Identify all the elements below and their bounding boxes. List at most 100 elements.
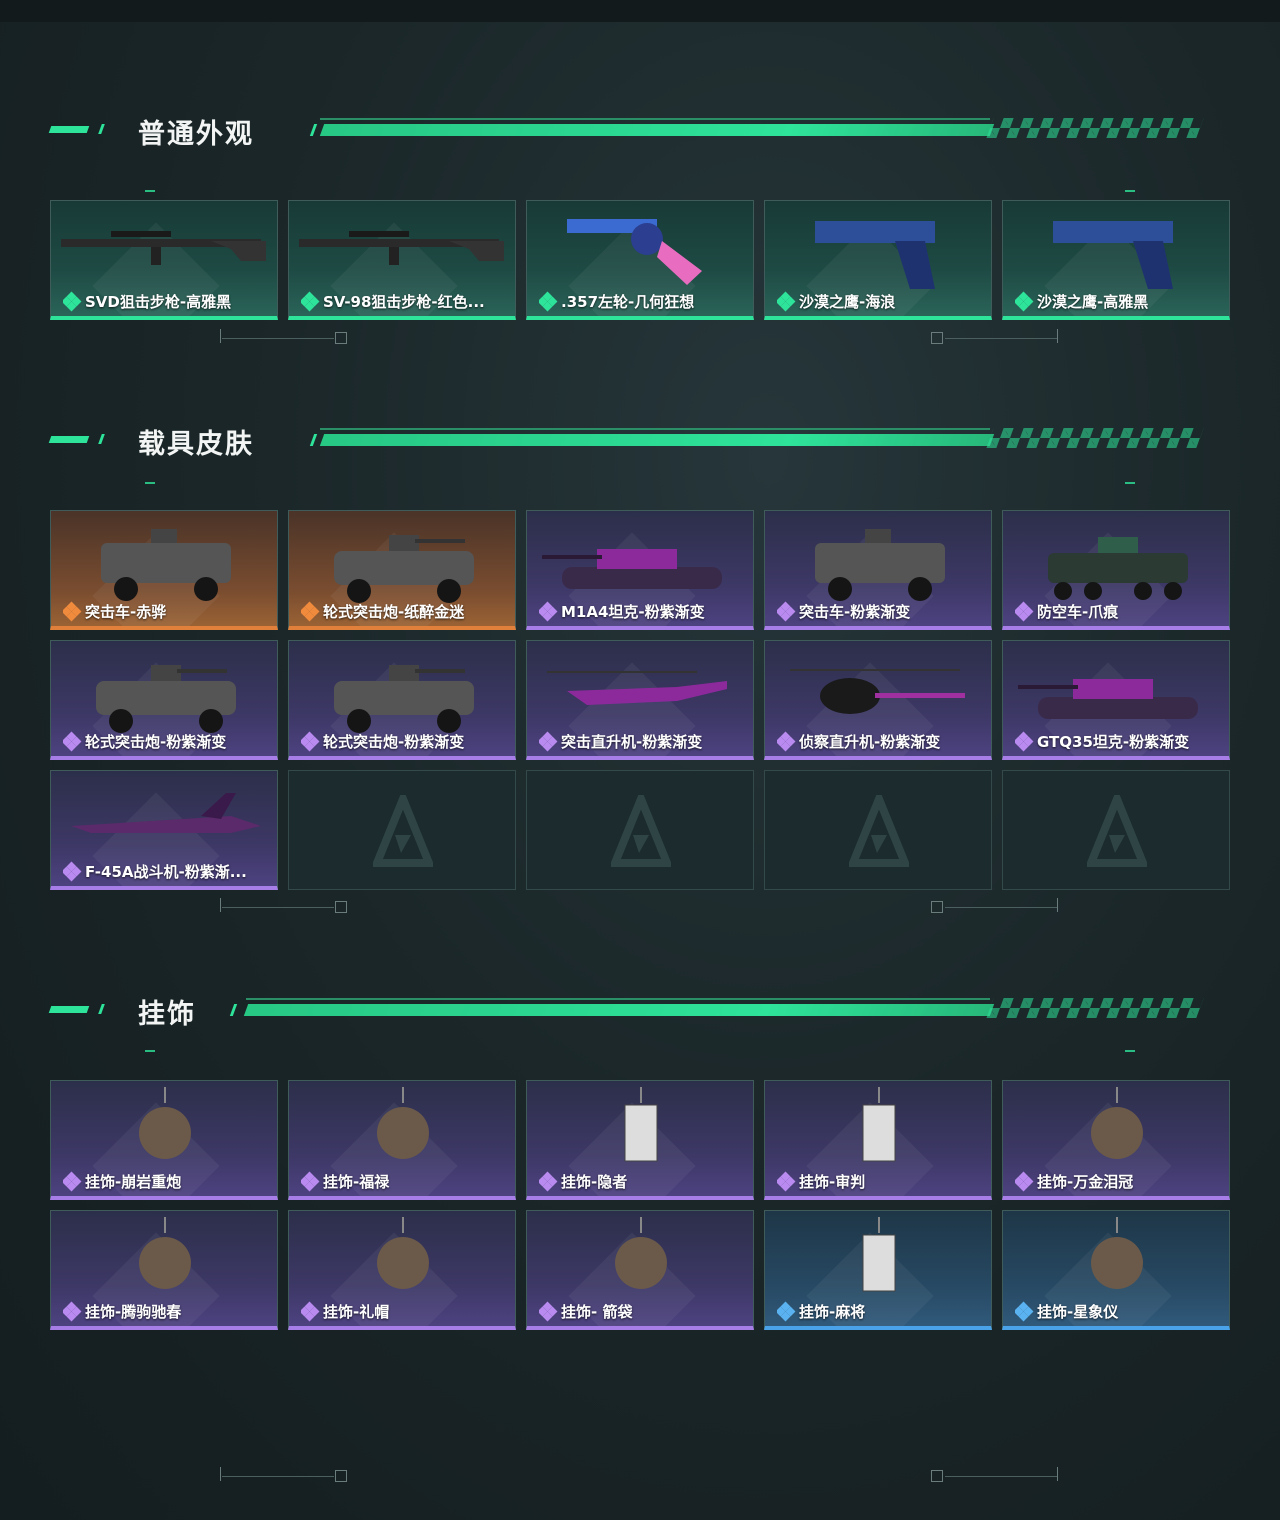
- rarity-icon: [1015, 1171, 1034, 1191]
- empty-slot-logo-icon: [373, 795, 433, 867]
- card-title: SVD狙击步枪-高雅黑: [85, 293, 232, 311]
- rarity-icon: [63, 601, 82, 621]
- empty-slot: [1002, 770, 1230, 890]
- charm-card-icon: [862, 1087, 896, 1162]
- rarity-icon: [1015, 1301, 1034, 1321]
- deco-dash: [145, 190, 155, 192]
- skin-card[interactable]: 挂饰-福禄: [288, 1080, 516, 1200]
- charm-card-icon: [862, 1217, 896, 1292]
- card-label: F-45A战斗机-粉紫渐...: [63, 861, 271, 882]
- card-title: 挂饰- 箭袋: [561, 1303, 633, 1321]
- skin-card[interactable]: 防空车-爪痕: [1002, 510, 1230, 630]
- card-label: .357左轮-几何狂想: [539, 291, 747, 312]
- rarity-icon: [301, 731, 320, 751]
- skin-card[interactable]: 挂饰-审判: [764, 1080, 992, 1200]
- card-title: M1A4坦克-粉紫渐变: [561, 603, 705, 621]
- skin-card[interactable]: SVD狙击步枪-高雅黑: [50, 200, 278, 320]
- card-label: 挂饰-崩岩重炮: [63, 1171, 271, 1192]
- card-title: 轮式突击炮-粉紫渐变: [85, 733, 227, 751]
- empty-slot-logo-icon: [849, 795, 909, 867]
- skin-card[interactable]: 突击车-赤骅: [50, 510, 278, 630]
- skin-card[interactable]: .357左轮-几何狂想: [526, 200, 754, 320]
- card-title: 防空车-爪痕: [1037, 603, 1119, 621]
- fighter-jet-icon: [71, 793, 261, 833]
- skin-card[interactable]: 挂饰- 箭袋: [526, 1210, 754, 1330]
- skin-card[interactable]: M1A4坦克-粉紫渐变: [526, 510, 754, 630]
- skin-card[interactable]: 轮式突击炮-纸醉金迷: [288, 510, 516, 630]
- skin-card[interactable]: 挂饰-星象仪: [1002, 1210, 1230, 1330]
- charm-icon: [1091, 1087, 1143, 1159]
- card-label: 轮式突击炮-粉紫渐变: [63, 731, 271, 752]
- skin-card[interactable]: F-45A战斗机-粉紫渐...: [50, 770, 278, 890]
- card-title: 挂饰-隐者: [561, 1173, 628, 1191]
- skin-card[interactable]: 沙漠之鹰-海浪: [764, 200, 992, 320]
- header-tick: [98, 124, 105, 134]
- rarity-icon: [301, 1171, 320, 1191]
- skin-card[interactable]: 挂饰-万金泪冠: [1002, 1080, 1230, 1200]
- rarity-icon: [301, 1301, 320, 1321]
- card-label: SV-98狙击步枪-红色...: [301, 291, 509, 312]
- sep-line: [222, 1476, 334, 1477]
- section-header: 载具皮肤: [0, 420, 1280, 460]
- tank-icon: [542, 549, 722, 589]
- skin-card[interactable]: 轮式突击炮-粉紫渐变: [50, 640, 278, 760]
- sep-line: [945, 1476, 1057, 1477]
- skin-card[interactable]: 挂饰-崩岩重炮: [50, 1080, 278, 1200]
- charm-icon: [377, 1087, 429, 1159]
- section-title: 载具皮肤: [138, 429, 254, 460]
- card-label: 挂饰-腾驹驰春: [63, 1301, 271, 1322]
- card-label: 轮式突击炮-纸醉金迷: [301, 601, 509, 622]
- charm-icon: [377, 1217, 429, 1289]
- sep-box: [931, 1470, 943, 1482]
- skin-card[interactable]: 挂饰-隐者: [526, 1080, 754, 1200]
- card-title: .357左轮-几何狂想: [561, 293, 695, 311]
- card-label: 挂饰-麻将: [777, 1301, 985, 1322]
- deco-dash: [145, 1050, 155, 1052]
- skin-card[interactable]: 侦察直升机-粉紫渐变: [764, 640, 992, 760]
- card-label: 挂饰-福禄: [301, 1171, 509, 1192]
- rarity-icon: [1015, 731, 1034, 751]
- section-title: 普通外观: [138, 119, 254, 150]
- sep-box: [335, 901, 347, 913]
- card-label: 挂饰- 箭袋: [539, 1301, 747, 1322]
- revolver-icon: [567, 219, 702, 285]
- card-title: 沙漠之鹰-海浪: [799, 293, 896, 311]
- separator: [0, 329, 1280, 349]
- rarity-icon: [1015, 601, 1034, 621]
- skin-card[interactable]: 突击车-粉紫渐变: [764, 510, 992, 630]
- wheeled-gun-icon: [334, 535, 474, 603]
- skin-card[interactable]: 挂饰-礼帽: [288, 1210, 516, 1330]
- skin-card[interactable]: 沙漠之鹰-高雅黑: [1002, 200, 1230, 320]
- card-label: 挂饰-礼帽: [301, 1301, 509, 1322]
- header-checker-pattern: [986, 998, 1204, 1018]
- header-checker-pattern: [986, 428, 1204, 448]
- header-thin-line: [246, 998, 990, 1000]
- skin-card[interactable]: 轮式突击炮-粉紫渐变: [288, 640, 516, 760]
- header-tick: [309, 124, 318, 136]
- empty-slot: [526, 770, 754, 890]
- sep-box: [931, 901, 943, 913]
- header-thin-line: [320, 118, 990, 120]
- skin-card[interactable]: GTQ35坦克-粉紫渐变: [1002, 640, 1230, 760]
- rarity-icon: [1015, 291, 1034, 311]
- rarity-icon: [777, 1171, 796, 1191]
- card-label: 防空车-爪痕: [1015, 601, 1223, 622]
- header-bar: [319, 434, 995, 446]
- skin-card[interactable]: 挂饰-腾驹驰春: [50, 1210, 278, 1330]
- card-label: 沙漠之鹰-高雅黑: [1015, 291, 1223, 312]
- rarity-icon: [777, 1301, 796, 1321]
- skin-card[interactable]: SV-98狙击步枪-红色...: [288, 200, 516, 320]
- card-title: 轮式突击炮-粉紫渐变: [323, 733, 465, 751]
- deco-dash: [1125, 482, 1135, 484]
- skin-card[interactable]: 突击直升机-粉紫渐变: [526, 640, 754, 760]
- card-title: 突击车-赤骅: [85, 603, 167, 621]
- pistol-icon: [1053, 221, 1173, 289]
- scout-helicopter-icon: [790, 669, 965, 714]
- sep-tick: [220, 329, 221, 343]
- deco-dash: [1125, 190, 1135, 192]
- header-thin-line: [320, 428, 990, 430]
- assault-vehicle-icon: [101, 529, 231, 601]
- rarity-icon: [63, 861, 82, 881]
- skin-card[interactable]: 挂饰-麻将: [764, 1210, 992, 1330]
- empty-slot-logo-icon: [1087, 795, 1147, 867]
